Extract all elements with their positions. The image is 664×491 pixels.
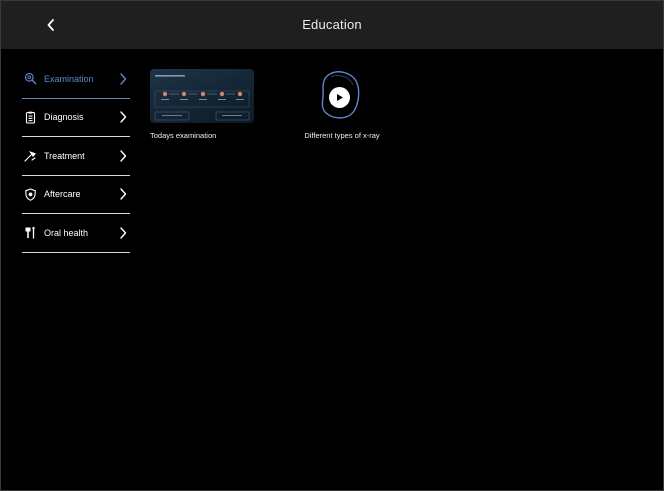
sidebar-item-diagnosis[interactable]: Diagnosis	[22, 99, 130, 137]
card-todays-examination[interactable]: Todays examination	[150, 69, 254, 140]
shield-icon	[24, 188, 37, 201]
card-caption: Different types of x-ray	[304, 131, 380, 140]
sidebar-nav: Examination Diagnosis Treatment Aftercar…	[22, 60, 130, 253]
card-xray-types[interactable]: Different types of x-ray	[287, 69, 397, 140]
play-icon	[337, 94, 343, 101]
chevron-right-icon	[118, 111, 128, 123]
presentation-thumbnail	[150, 69, 254, 123]
sidebar-item-label: Examination	[44, 73, 94, 84]
dental-lamp-icon	[24, 149, 37, 162]
app-window: Education Examination Diagnosis Treatmen…	[0, 0, 664, 491]
sidebar-item-label: Oral health	[44, 227, 89, 238]
header-bar: Education	[1, 1, 663, 49]
sidebar-item-label: Aftercare	[44, 189, 81, 200]
chevron-right-icon	[118, 73, 128, 85]
sidebar-item-label: Treatment	[44, 150, 85, 161]
card-caption: Todays examination	[150, 131, 217, 140]
chevron-right-icon	[118, 227, 128, 239]
sidebar-item-label: Diagnosis	[44, 112, 84, 123]
page-title: Education	[302, 17, 362, 32]
sidebar-item-examination[interactable]: Examination	[22, 60, 130, 99]
play-button[interactable]	[329, 87, 350, 108]
toothbrush-icon	[24, 226, 37, 239]
sidebar-item-oral-health[interactable]: Oral health	[22, 214, 130, 253]
video-thumbnail	[287, 69, 397, 123]
sidebar-item-treatment[interactable]: Treatment	[22, 137, 130, 176]
chevron-right-icon	[118, 150, 128, 162]
flowchart-preview-image	[154, 75, 250, 121]
magnifier-icon	[24, 72, 37, 85]
sidebar-item-aftercare[interactable]: Aftercare	[22, 176, 130, 214]
chevron-right-icon	[118, 188, 128, 200]
clipboard-icon	[24, 111, 37, 124]
